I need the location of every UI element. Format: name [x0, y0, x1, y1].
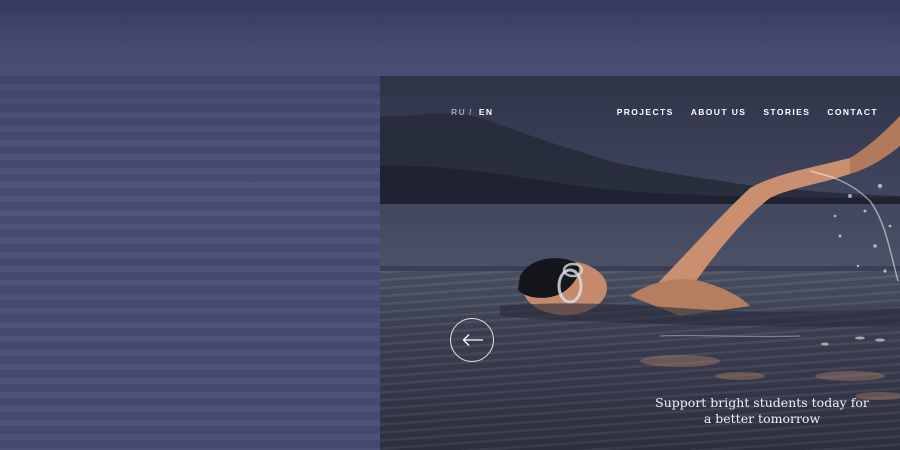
background-top-band [0, 0, 900, 76]
hero-tagline: Support bright students today for a bett… [652, 395, 872, 427]
main-nav: PROJECTS ABOUT US STORIES CONTACT [617, 107, 878, 117]
lang-ru-link[interactable]: RU [451, 107, 466, 117]
previous-slide-button[interactable] [450, 318, 494, 362]
language-switch: RU / EN [451, 107, 493, 117]
hero-card: RU / EN PROJECTS ABOUT US STORIES CONTACT … [380, 76, 900, 450]
swimmer-image [500, 116, 900, 400]
lang-en-link[interactable]: EN [479, 107, 494, 117]
lang-separator: / [469, 107, 473, 117]
nav-about-us[interactable]: ABOUT US [691, 107, 747, 117]
arrow-left-icon [462, 334, 483, 346]
tagline-line-1: Support bright students today for [655, 395, 869, 410]
tagline-line-2: a better tomorrow [703, 411, 821, 426]
nav-projects[interactable]: PROJECTS [617, 107, 674, 117]
nav-stories[interactable]: STORIES [763, 107, 810, 117]
nav-contact[interactable]: CONTACT [827, 107, 878, 117]
